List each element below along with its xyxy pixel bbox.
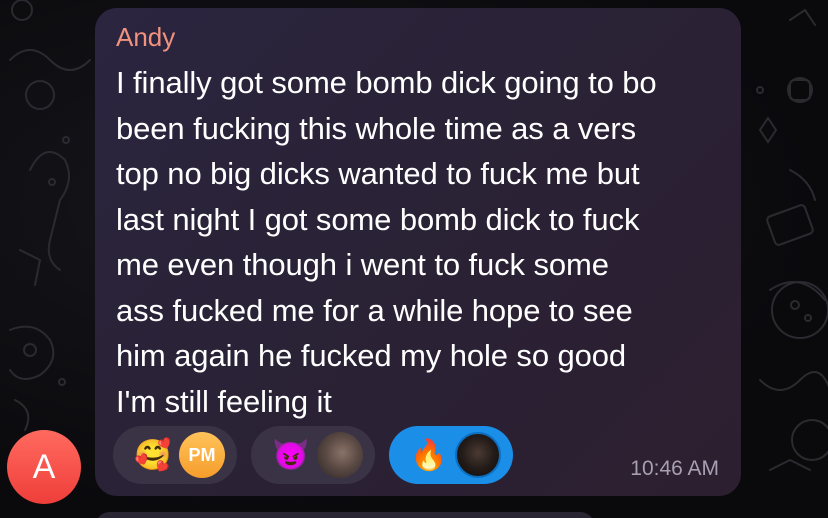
- smiling-face-with-hearts-icon: 🥰: [134, 438, 172, 472]
- reaction-smiling-hearts[interactable]: 🥰 PM: [113, 426, 237, 484]
- message-text: I finally got some bomb dick going to bo…: [116, 65, 657, 419]
- chat-background: Andy I finally got some bomb dick going …: [0, 0, 828, 518]
- reaction-fire[interactable]: 🔥: [389, 426, 513, 484]
- reaction-smiling-devil[interactable]: 😈: [251, 426, 375, 484]
- message-bubble[interactable]: Andy I finally got some bomb dick going …: [95, 8, 741, 496]
- reactor-avatar: [317, 432, 363, 478]
- reactor-avatar: PM: [179, 432, 225, 478]
- sender-name[interactable]: Andy: [116, 22, 719, 52]
- next-message-bubble[interactable]: [95, 512, 595, 518]
- reactor-avatar: [455, 432, 501, 478]
- message-timestamp: 10:46 AM: [630, 457, 719, 480]
- fire-icon: 🔥: [410, 438, 448, 472]
- smiling-devil-icon: 😈: [272, 438, 310, 472]
- sender-avatar[interactable]: A: [7, 430, 81, 504]
- reactions-row: 🥰 PM 😈 🔥: [113, 426, 513, 484]
